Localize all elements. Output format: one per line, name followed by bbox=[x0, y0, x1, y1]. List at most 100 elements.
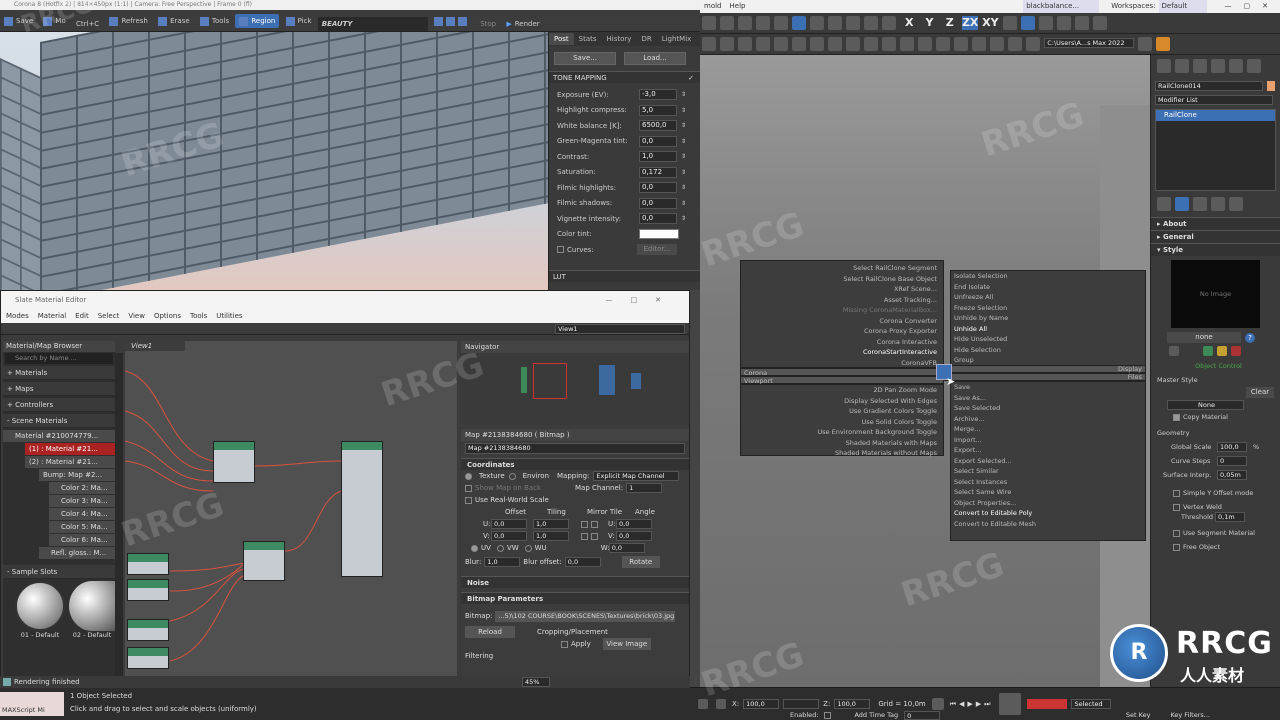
u-tile-checkbox[interactable] bbox=[591, 520, 598, 528]
up-arrow-icon[interactable] bbox=[810, 37, 824, 51]
quad-menu-item[interactable]: Isolate Selection bbox=[954, 271, 1145, 282]
camera-icon[interactable] bbox=[792, 37, 806, 51]
node-view-scrollbar[interactable] bbox=[115, 353, 123, 679]
tree-node[interactable]: Color 3: Ma... bbox=[49, 495, 115, 507]
link-icon[interactable] bbox=[1003, 16, 1018, 30]
v-angle-field[interactable]: 0,0 bbox=[616, 531, 652, 541]
quad-menu-item[interactable]: Hide Selection bbox=[954, 345, 1145, 356]
remove-modifier-icon[interactable] bbox=[1211, 197, 1225, 211]
cube-icon[interactable] bbox=[756, 37, 770, 51]
motion-tab-icon[interactable] bbox=[1211, 59, 1225, 73]
tree-node[interactable]: Color 5: Ma... bbox=[49, 521, 115, 533]
folder-icon[interactable] bbox=[1138, 37, 1153, 51]
file-icon[interactable] bbox=[918, 37, 932, 51]
axis-xy[interactable]: XY bbox=[982, 16, 998, 30]
tree-node[interactable]: Color 4: Ma... bbox=[49, 508, 115, 520]
style-icon[interactable] bbox=[1203, 346, 1213, 356]
copy-material-checkbox[interactable] bbox=[1173, 413, 1180, 421]
rollout-general[interactable]: ▸ General bbox=[1151, 230, 1280, 243]
lut-header[interactable]: LUT bbox=[549, 269, 700, 282]
map-channel-field[interactable]: 1 bbox=[626, 483, 663, 493]
quad-menu-item[interactable]: Unhide All bbox=[954, 324, 1145, 335]
help-icon[interactable]: ? bbox=[1245, 332, 1255, 343]
zoom-dropdown[interactable]: 45% bbox=[522, 677, 550, 687]
tree-node[interactable]: Refl. gloss.: M... bbox=[39, 547, 115, 559]
circle-icon[interactable] bbox=[900, 37, 914, 51]
param-value-field[interactable]: 0,0 bbox=[639, 135, 677, 147]
environ-radio[interactable] bbox=[508, 472, 516, 480]
spinner-icon[interactable]: ⇕ bbox=[681, 153, 686, 160]
x-field[interactable]: 100,0 bbox=[743, 699, 780, 709]
doc-icon[interactable] bbox=[990, 37, 1004, 51]
list-icon[interactable] bbox=[756, 16, 770, 30]
map-node[interactable] bbox=[127, 647, 169, 669]
render-setup-icon[interactable] bbox=[828, 16, 842, 30]
node-view[interactable]: View1 bbox=[125, 341, 457, 679]
quad-menu-item[interactable]: CoronaStartInteractive bbox=[741, 347, 943, 358]
u-offset-field[interactable]: 0,0 bbox=[491, 519, 527, 529]
quad-menu-item[interactable]: Merge... bbox=[954, 424, 1145, 435]
apply-checkbox[interactable] bbox=[561, 640, 568, 648]
quad-menu-item[interactable]: End Isolate bbox=[954, 282, 1145, 293]
create-tab-icon[interactable] bbox=[1157, 59, 1171, 73]
cloud-icon[interactable] bbox=[1008, 37, 1022, 51]
tree-node[interactable]: Bump: Map #2... bbox=[39, 469, 115, 481]
y-field[interactable] bbox=[783, 699, 820, 709]
quad-menu-item[interactable]: Group bbox=[954, 355, 1145, 366]
spinner-icon[interactable]: ⇕ bbox=[681, 107, 686, 114]
post-load-button[interactable]: Load... bbox=[624, 52, 686, 65]
dots-icon[interactable] bbox=[1026, 37, 1040, 51]
make-unique-icon[interactable] bbox=[1193, 197, 1207, 211]
quad-menu-item[interactable]: Corona Interactive bbox=[741, 337, 943, 348]
quad-menu-item[interactable]: Select Similar bbox=[954, 466, 1145, 477]
map-node[interactable] bbox=[127, 579, 169, 601]
target-icon[interactable] bbox=[972, 37, 986, 51]
use-segment-material-checkbox[interactable] bbox=[1173, 529, 1180, 537]
menu-options[interactable]: Options bbox=[154, 309, 181, 323]
table-icon[interactable] bbox=[720, 16, 734, 30]
navigator-preview[interactable] bbox=[461, 353, 689, 425]
spinner-icon[interactable]: ⇕ bbox=[681, 169, 686, 176]
object-name-field[interactable]: RailClone014 bbox=[1155, 81, 1263, 91]
quad-menu-item[interactable]: CoronaVFB bbox=[741, 358, 943, 369]
display-tab-icon[interactable] bbox=[1229, 59, 1243, 73]
pin-stack-icon[interactable] bbox=[1157, 197, 1171, 211]
quad-menu-item[interactable]: Freeze Selection bbox=[954, 303, 1145, 314]
playback-controls[interactable]: ⏮◀▶▶⏭ bbox=[950, 700, 994, 709]
quad-menu-item[interactable]: Save Selected bbox=[954, 403, 1145, 414]
quad-menu-item[interactable]: Corona Proxy Exporter bbox=[741, 326, 943, 337]
scene-explorer-icon[interactable] bbox=[774, 16, 788, 30]
save-render-button[interactable]: Save bbox=[0, 14, 37, 28]
category-maps[interactable]: + Maps bbox=[3, 382, 115, 396]
quad-menu-item[interactable]: XRef Scene... bbox=[741, 284, 943, 295]
spinner-icon[interactable]: ⇕ bbox=[681, 138, 686, 145]
menu-view[interactable]: View bbox=[128, 309, 145, 323]
menu-material[interactable]: Material bbox=[38, 309, 66, 323]
bitmap-path-button[interactable]: ...5)\102 COURSE\BOOK\SCENES\Textures\br… bbox=[495, 610, 676, 622]
tab-post[interactable]: Post bbox=[549, 33, 574, 45]
v-tiling-field[interactable]: 1,0 bbox=[533, 531, 569, 541]
mo-button[interactable]: Mo bbox=[39, 14, 69, 28]
quad-menu-item[interactable]: Missing CoronaMaterialBox... bbox=[741, 305, 943, 316]
tools-button[interactable]: Tools bbox=[196, 14, 233, 28]
snap-icon[interactable] bbox=[1021, 16, 1036, 30]
param-value-field[interactable]: -3,0 bbox=[639, 89, 677, 101]
enabled-checkbox[interactable] bbox=[824, 711, 832, 719]
time-config-icon[interactable] bbox=[931, 698, 944, 710]
param-value-field[interactable]: 0,0 bbox=[639, 182, 677, 194]
down-arrow-icon[interactable] bbox=[828, 37, 842, 51]
surface-interp-field[interactable]: 0,05m bbox=[1217, 470, 1247, 480]
quad-menu-item[interactable]: Select RailClone Base Object bbox=[741, 274, 943, 285]
simple-y-offset-checkbox[interactable] bbox=[1173, 489, 1180, 497]
post-save-button[interactable]: Save... bbox=[554, 52, 616, 65]
mapping-dropdown[interactable]: Explicit Map Channel bbox=[593, 471, 680, 481]
render-frame-icon[interactable] bbox=[846, 16, 860, 30]
curve-steps-field[interactable]: 0 bbox=[1217, 456, 1247, 466]
tree-node[interactable]: Color 6: Ma... bbox=[49, 534, 115, 546]
quad-menu-item[interactable]: Hide Unselected bbox=[954, 334, 1145, 345]
selected-dropdown[interactable]: Selected bbox=[1071, 699, 1112, 709]
rollout-about[interactable]: ▸ About bbox=[1151, 217, 1280, 230]
map-name-field[interactable]: Map #2138384680 bbox=[465, 443, 685, 454]
material-editor-icon[interactable] bbox=[882, 16, 896, 30]
quad-menu-item[interactable]: Select Same Wire bbox=[954, 487, 1145, 498]
